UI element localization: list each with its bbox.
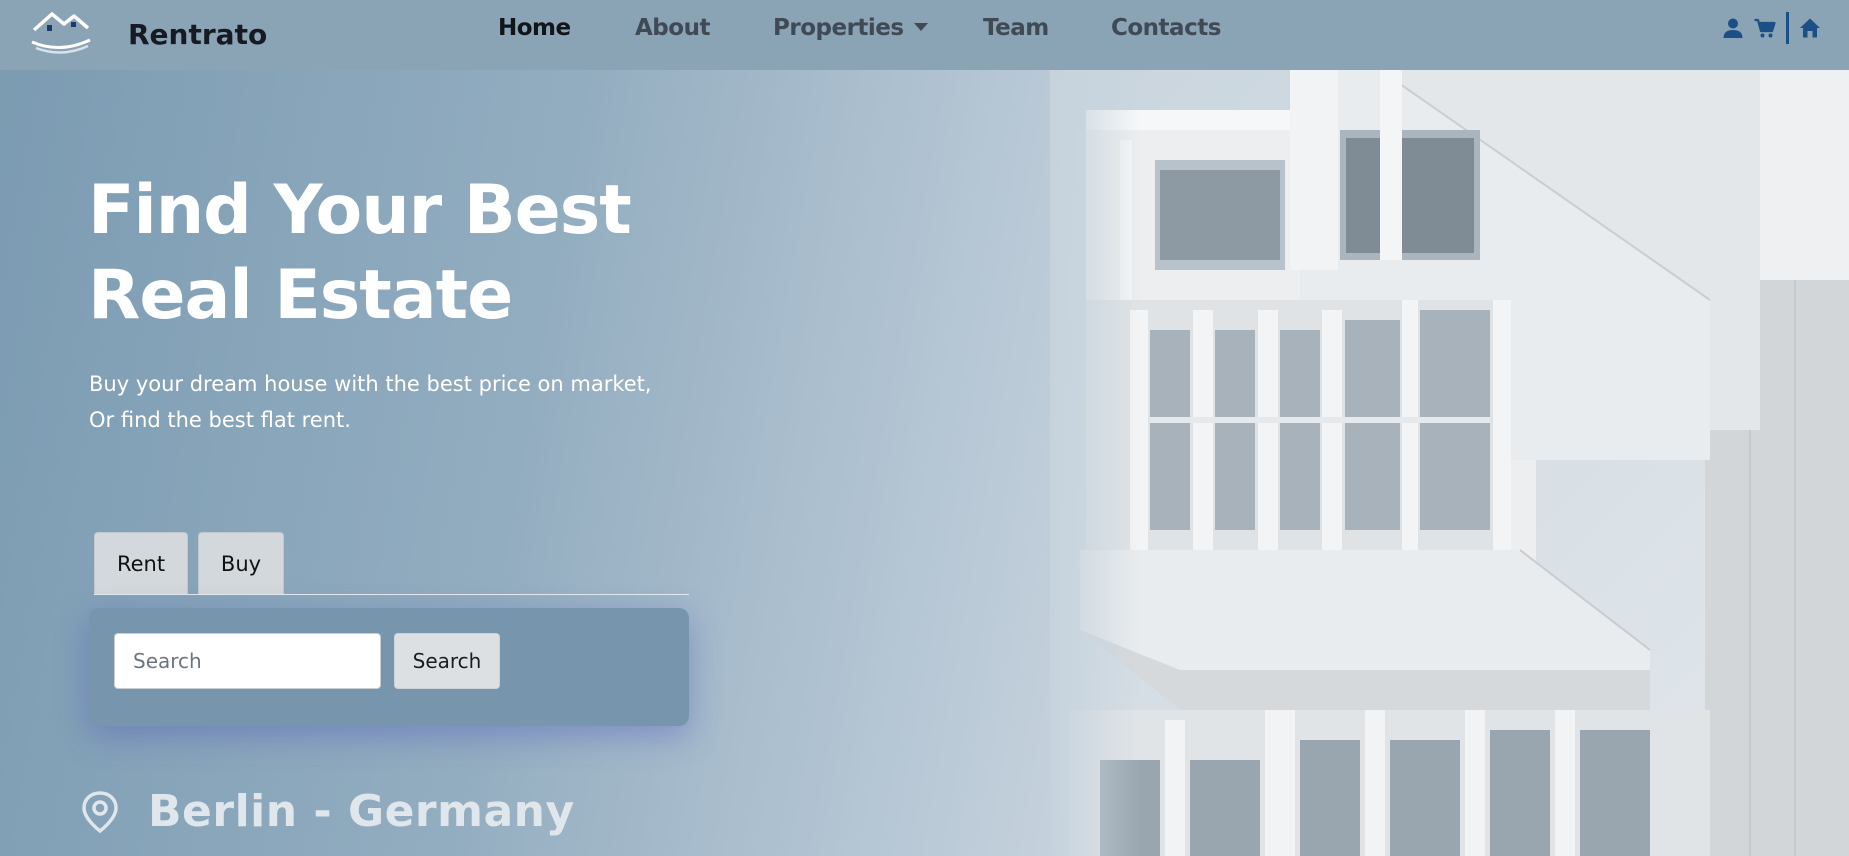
home-icon[interactable] — [1799, 17, 1821, 39]
cart-icon[interactable] — [1754, 17, 1776, 39]
brand[interactable]: Rentrato — [30, 8, 267, 56]
map-pin-icon — [82, 791, 118, 834]
building-photo — [1050, 70, 1849, 856]
hero-subtitle-line-2: Or find the best flat rent. — [89, 408, 351, 432]
hero-title-line-2: Real Estate — [88, 256, 513, 335]
search-panel: Search — [89, 608, 689, 726]
brand-name: Rentrato — [128, 18, 268, 51]
tab-rent[interactable]: Rent — [94, 532, 188, 594]
nav-icon-group — [1722, 12, 1821, 44]
user-icon[interactable] — [1722, 17, 1744, 39]
nav-link-properties-label: Properties — [773, 15, 904, 41]
house-roof-logo-icon — [31, 12, 91, 54]
nav-link-team[interactable]: Team — [983, 15, 1049, 41]
location-text: Berlin - Germany — [148, 786, 575, 837]
nav-link-about[interactable]: About — [635, 15, 710, 41]
nav-link-contacts[interactable]: Contacts — [1111, 15, 1221, 41]
hero-title-line-1: Find Your Best — [88, 171, 632, 250]
hero-title: Find Your Best Real Estate — [88, 168, 708, 338]
nav-link-properties[interactable]: Properties — [773, 15, 928, 41]
search-button[interactable]: Search — [394, 633, 500, 689]
hero-subtitle-line-1: Buy your dream house with the best price… — [89, 372, 652, 396]
nav-link-home[interactable]: Home — [498, 15, 571, 41]
hero-subtitle: Buy your dream house with the best price… — [89, 366, 709, 438]
tabs-divider — [94, 594, 689, 595]
nav-divider — [1786, 12, 1789, 44]
chevron-down-icon — [913, 23, 928, 31]
top-navbar: Rentrato Home About Properties Team Cont… — [0, 0, 1849, 70]
search-input[interactable] — [114, 633, 381, 689]
tab-buy[interactable]: Buy — [198, 532, 284, 594]
